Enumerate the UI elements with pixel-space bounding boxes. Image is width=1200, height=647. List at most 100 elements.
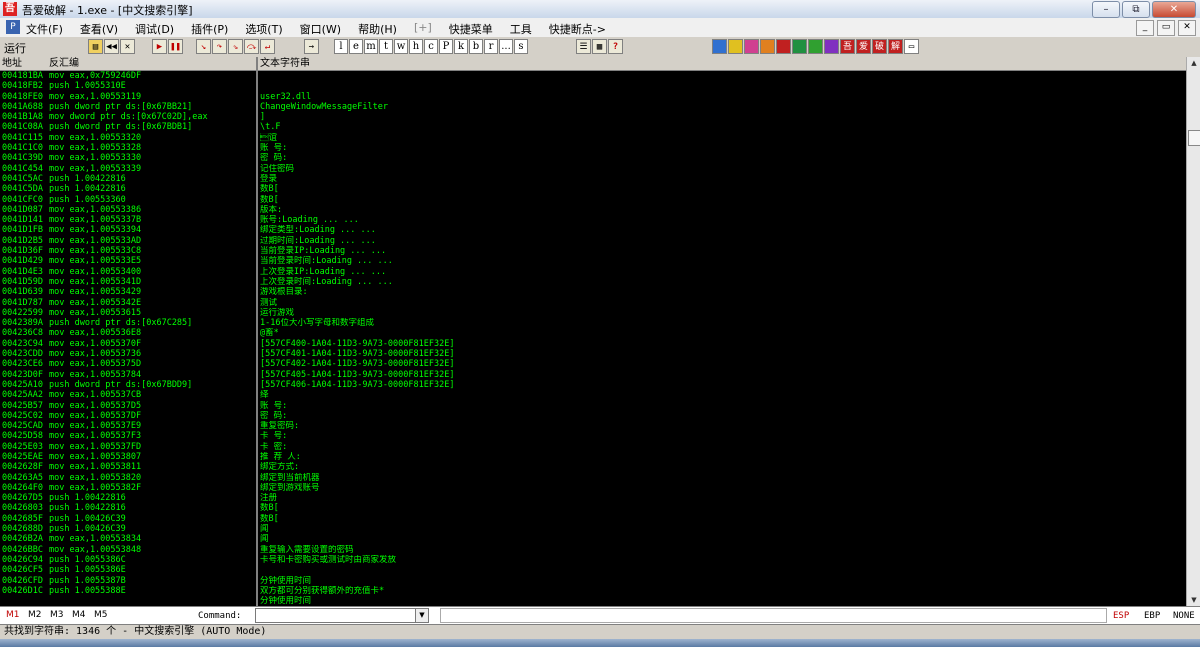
register-none[interactable]: NONE xyxy=(1173,611,1195,621)
disassembly-row[interactable]: 00426CFD push 1.0055387B xyxy=(0,576,256,586)
help-icon[interactable]: ? xyxy=(608,39,623,54)
text-string-column-header[interactable]: 文本字符串 xyxy=(258,58,310,69)
disassembly-row[interactable]: 0042688D push 1.00426C39 xyxy=(0,524,256,534)
disassembly-row[interactable]: 00426CF5 push 1.0055386E xyxy=(0,565,256,575)
toolbar-letter-c[interactable]: c xyxy=(424,39,438,54)
plugin-icon-8[interactable] xyxy=(824,39,839,54)
disassembly-row[interactable]: 0041C1C0 mov eax,1.00553328 xyxy=(0,143,256,153)
string-row[interactable]: 谊 xyxy=(258,133,1186,143)
string-row[interactable] xyxy=(258,565,1186,575)
register-ebp[interactable]: EBP xyxy=(1144,611,1160,621)
string-row[interactable]: 密 码: xyxy=(258,153,1186,163)
disassembly-row[interactable]: 0041C5AC push 1.00422816 xyxy=(0,174,256,184)
string-row[interactable]: 上次登录时间:Loading ... ... xyxy=(258,277,1186,287)
disassembly-row[interactable]: 00418FE0 mov eax,1.00553119 xyxy=(0,92,256,102)
command-input[interactable] xyxy=(255,608,417,623)
string-row[interactable]: 注册 xyxy=(258,493,1186,503)
disassembly-row[interactable]: 0041D59D mov eax,1.0055341D xyxy=(0,277,256,287)
plugin-icon-2[interactable] xyxy=(728,39,743,54)
string-row[interactable]: 账 号: xyxy=(258,401,1186,411)
menu-file[interactable]: 文件(F) xyxy=(26,21,63,37)
string-row[interactable]: 账号:Loading ... ... xyxy=(258,215,1186,225)
toolbar-letter-p[interactable]: P xyxy=(439,39,453,54)
string-row[interactable]: 绎 xyxy=(258,390,1186,400)
menu-options[interactable]: 选项(T) xyxy=(245,21,282,37)
step-over-icon[interactable]: ↷ xyxy=(212,39,227,54)
disassembly-row[interactable]: 00423CE6 mov eax,1.0055375D xyxy=(0,359,256,369)
string-row[interactable]: 登录 xyxy=(258,174,1186,184)
menu-debug[interactable]: 调试(D) xyxy=(135,21,174,37)
string-row[interactable]: 1-16位大小写字母和数字组成 xyxy=(258,318,1186,328)
disassembly-row[interactable]: 004267D5 push 1.00422816 xyxy=(0,493,256,503)
disassembly-row[interactable]: 0041D787 mov eax,1.0055342E xyxy=(0,298,256,308)
step-into-icon[interactable]: ↘ xyxy=(196,39,211,54)
string-row[interactable]: 当前登录时间:Loading ... ... xyxy=(258,256,1186,266)
disassembly-row[interactable]: 0042389A push dword ptr ds:[0x67C285] xyxy=(0,318,256,328)
toolbar-letter-dots[interactable]: ... xyxy=(499,39,513,54)
disassembly-column-header[interactable]: 反汇编 xyxy=(49,58,79,69)
string-row[interactable]: 当前登录IP:Loading ... ... xyxy=(258,246,1186,256)
mdi-restore-button[interactable]: ▭ xyxy=(1157,20,1175,36)
menu-breakpoints[interactable]: 快捷断点-> xyxy=(549,21,606,37)
disassembly-row[interactable]: 0041C454 mov eax,1.00553339 xyxy=(0,164,256,174)
disassembly-row[interactable]: 00423CDD mov eax,1.00553736 xyxy=(0,349,256,359)
string-row[interactable]: 版本: xyxy=(258,205,1186,215)
plugin-icon-6[interactable] xyxy=(792,39,807,54)
string-row[interactable]: 卡号和卡密购买或测试时由商家发放 xyxy=(258,555,1186,565)
string-row[interactable]: 记住密码 xyxy=(258,164,1186,174)
mdi-close-button[interactable]: ✕ xyxy=(1178,20,1196,36)
menu-shortcut[interactable]: 快捷菜单 xyxy=(449,21,493,37)
menu-help[interactable]: 帮助(H) xyxy=(358,21,397,37)
goto-icon[interactable]: → xyxy=(304,39,319,54)
memory-tab-m4[interactable]: M4 xyxy=(72,610,86,620)
disassembly-row[interactable]: 00423C94 mov eax,1.0055370F xyxy=(0,339,256,349)
disassembly-row[interactable]: 00425B57 mov eax,1.005537D5 xyxy=(0,401,256,411)
address-column-header[interactable]: 地址 xyxy=(0,57,49,70)
disassembly-row[interactable]: 0041CFC0 push 1.00553360 xyxy=(0,195,256,205)
string-row[interactable]: 测试 xyxy=(258,298,1186,308)
maximize-button[interactable]: ⧉ xyxy=(1122,1,1150,18)
string-row[interactable]: [557CF406-1A04-11D3-9A73-0000F81EF32E] xyxy=(258,380,1186,390)
plugin-icon-1[interactable] xyxy=(712,39,727,54)
string-row[interactable]: 分钟使用时间 xyxy=(258,596,1186,606)
toolbar-letter-t[interactable]: t xyxy=(379,39,393,54)
disassembly-list[interactable]: 004181BA mov eax,0x759246DF 00418FB2 push 1… xyxy=(0,71,256,606)
string-row[interactable] xyxy=(258,81,1186,91)
memory-tab-m5[interactable]: M5 xyxy=(94,610,108,620)
string-row[interactable]: 闻 xyxy=(258,524,1186,534)
minimize-button[interactable]: – xyxy=(1092,1,1120,18)
string-row[interactable]: 数B[ xyxy=(258,184,1186,194)
toolbar-letter-w[interactable]: w xyxy=(394,39,408,54)
disassembly-row[interactable]: 0041B1A8 mov dword ptr ds:[0x67C02D],eax xyxy=(0,112,256,122)
string-row[interactable]: [557CF401-1A04-11D3-9A73-0000F81EF32E] xyxy=(258,349,1186,359)
plugin-icon-4[interactable] xyxy=(760,39,775,54)
scroll-thumb[interactable] xyxy=(1188,130,1200,146)
string-row[interactable]: 卡 号: xyxy=(258,431,1186,441)
app-menu-icon[interactable]: P xyxy=(6,20,20,34)
disassembly-row[interactable]: 004263A5 mov eax,1.00553820 xyxy=(0,473,256,483)
disassembly-row[interactable]: 0041D36F mov eax,1.005533C8 xyxy=(0,246,256,256)
toolbar-letter-k[interactable]: k xyxy=(454,39,468,54)
disassembly-row[interactable]: 00425C02 mov eax,1.005537DF xyxy=(0,411,256,421)
string-row[interactable]: 密 码: xyxy=(258,411,1186,421)
disassembly-row[interactable]: 0041D639 mov eax,1.00553429 xyxy=(0,287,256,297)
menu-plus[interactable]: [+] xyxy=(414,21,432,37)
plugin-icon-12[interactable]: 解 xyxy=(888,39,903,54)
memory-tab-m2[interactable]: M2 xyxy=(28,610,42,620)
execute-till-return-icon[interactable]: ↵ xyxy=(260,39,275,54)
disassembly-row[interactable]: 00426BBC mov eax,1.00553848 xyxy=(0,545,256,555)
disassembly-row[interactable]: 00425E03 mov eax,1.005537FD xyxy=(0,442,256,452)
disassembly-row[interactable]: 00426803 push 1.00422816 xyxy=(0,503,256,513)
disassembly-row[interactable]: 0041C115 mov eax,1.00553320 xyxy=(0,133,256,143)
toolbar-letter-h[interactable]: h xyxy=(409,39,423,54)
string-row[interactable]: 推 荐 人: xyxy=(258,452,1186,462)
disassembly-row[interactable]: 00425A10 push dword ptr ds:[0x67BDD9] xyxy=(0,380,256,390)
vertical-scrollbar[interactable]: ▲ ▼ xyxy=(1186,57,1200,606)
disassembly-row[interactable]: 0041C5DA push 1.00422816 xyxy=(0,184,256,194)
string-row[interactable]: [557CF402-1A04-11D3-9A73-0000F81EF32E] xyxy=(258,359,1186,369)
disassembly-row[interactable]: 0041D2B5 mov eax,1.005533AD xyxy=(0,236,256,246)
toolbar-letter-r[interactable]: r xyxy=(484,39,498,54)
trace-over-icon[interactable]: ⤼ xyxy=(244,39,259,54)
string-row[interactable]: [557CF405-1A04-11D3-9A73-0000F81EF32E] xyxy=(258,370,1186,380)
string-row[interactable]: 重复输入需要设置的密码 xyxy=(258,545,1186,555)
